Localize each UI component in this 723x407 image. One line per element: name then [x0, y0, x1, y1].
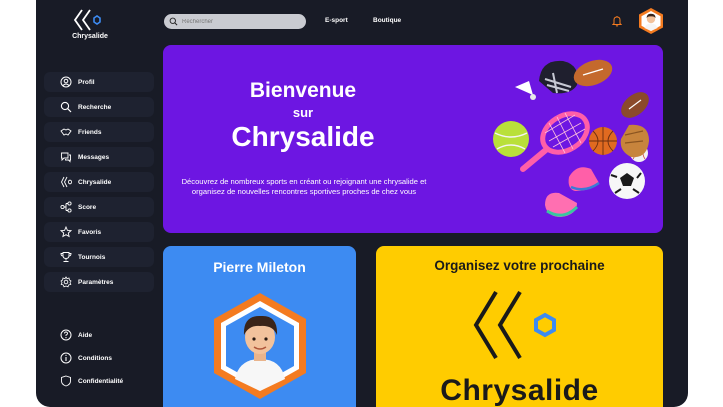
sidebar-item-label: Aide: [78, 331, 93, 339]
handshake-icon: [60, 128, 72, 136]
organize-title: Organisez votre prochaine: [434, 258, 605, 273]
sidebar-nav: Profil Recherche Friends Messages Chrysa…: [44, 72, 154, 297]
app-logo[interactable]: Chrysalide: [70, 8, 110, 40]
hero-title-line2: sur: [292, 105, 314, 120]
sidebar-item-confidentialite[interactable]: Confidentialité: [44, 372, 154, 390]
profile-card[interactable]: Pierre Mileton: [163, 246, 356, 407]
chrysalide-icon: [60, 176, 72, 188]
bell-icon: [611, 16, 623, 27]
organize-brand: Chrysalide: [440, 374, 599, 407]
topnav-esport[interactable]: E-sport: [325, 17, 348, 24]
sidebar-item-label: Score: [78, 203, 97, 211]
info-icon: [60, 352, 72, 364]
hero-title-line3: Chrysalide: [231, 121, 375, 152]
sidebar-item-parametres[interactable]: Paramètres: [44, 272, 154, 292]
sidebar-item-tournois[interactable]: Tournois: [44, 247, 154, 267]
sidebar-item-label: Profil: [78, 78, 95, 86]
sidebar-item-label: Chrysalide: [78, 178, 112, 186]
sidebar-item-label: Confidentialité: [78, 377, 124, 385]
sidebar-item-label: Paramètres: [78, 278, 114, 286]
hero-title-line1: Bienvenue: [249, 79, 357, 102]
shield-icon: [61, 375, 71, 387]
sidebar-item-recherche[interactable]: Recherche: [44, 97, 154, 117]
chat-icon: [61, 152, 71, 163]
rugby-ball-icon: [573, 59, 613, 87]
sidebar-item-label: Tournois: [78, 253, 106, 261]
sidebar-item-label: Recherche: [78, 103, 112, 111]
app-name: Chrysalide: [72, 33, 108, 40]
sidebar-item-messages[interactable]: Messages: [44, 147, 154, 167]
tennis-racket-icon: [520, 111, 590, 172]
sidebar-item-friends[interactable]: Friends: [44, 122, 154, 142]
baseball-glove-icon: [620, 124, 649, 158]
gear-icon: [60, 276, 72, 288]
notification-button[interactable]: [611, 14, 623, 32]
sidebar-item-label: Conditions: [78, 354, 112, 362]
helmet-icon: [539, 60, 578, 94]
user-icon: [60, 76, 72, 88]
sneaker-icon: [568, 167, 600, 191]
football-icon: [621, 92, 649, 118]
profile-name: Pierre Mileton: [213, 259, 306, 275]
trophy-icon: [60, 252, 72, 262]
sidebar-item-score[interactable]: Score: [44, 197, 154, 217]
app-frame: Chrysalide Profil Recherche Friends Mess…: [36, 0, 688, 407]
help-icon: [60, 329, 72, 341]
sidebar-item-conditions[interactable]: Conditions: [44, 349, 154, 367]
chrysalide-logo-icon: [473, 290, 556, 360]
basketball-icon: [589, 127, 617, 155]
sidebar-item-label: Favoris: [78, 228, 102, 236]
search-bar[interactable]: [164, 14, 306, 29]
network-icon: [60, 201, 72, 213]
sidebar-item-label: Friends: [78, 128, 102, 136]
sidebar-item-chrysalide[interactable]: Chrysalide: [44, 172, 154, 192]
search-icon: [169, 17, 178, 26]
sidebar-item-profil[interactable]: Profil: [44, 72, 154, 92]
soccer-ball-icon: [609, 163, 645, 199]
welcome-banner: Bienvenue sur Chrysalide Découvrez de no…: [163, 45, 663, 233]
sidebar-footer-nav: Aide Conditions Confidentialité: [44, 326, 154, 395]
avatar-image: [639, 8, 663, 34]
search-icon: [60, 101, 72, 113]
hero-description: Découvrez de nombreux sports en créant o…: [181, 177, 427, 196]
sports-equipment-illustration: [493, 59, 649, 217]
sneaker-icon: [545, 192, 579, 217]
shuttlecock-icon: [515, 81, 536, 100]
sidebar-item-favoris[interactable]: Favoris: [44, 222, 154, 242]
sidebar-item-label: Messages: [78, 153, 110, 161]
tennis-ball-icon: [493, 121, 529, 157]
user-avatar[interactable]: [637, 7, 665, 35]
topnav-boutique[interactable]: Boutique: [373, 17, 401, 24]
search-input[interactable]: [182, 18, 292, 25]
sidebar-item-aide[interactable]: Aide: [44, 326, 154, 344]
profile-avatar: [214, 293, 306, 399]
organize-card[interactable]: Organisez votre prochaine Chrysalide: [376, 246, 663, 407]
chrysalide-logo-icon: [73, 9, 101, 31]
star-icon: [60, 226, 72, 238]
